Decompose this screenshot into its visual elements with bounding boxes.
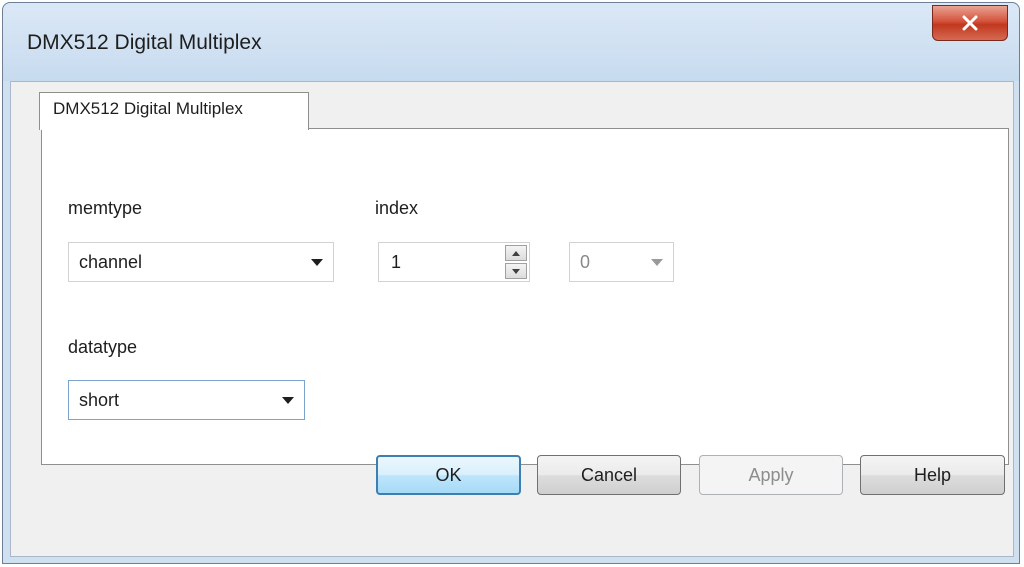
arrow-up-icon <box>512 250 520 256</box>
chevron-down-icon <box>651 259 663 266</box>
datatype-label: datatype <box>68 337 138 357</box>
help-button[interactable]: Help <box>860 455 1005 495</box>
cancel-button[interactable]: Cancel <box>537 455 681 495</box>
index-spin-buttons <box>505 245 527 279</box>
close-button[interactable] <box>932 5 1008 41</box>
memtype-value: channel <box>79 252 143 272</box>
index-value: 1 <box>391 252 402 272</box>
spin-up-button[interactable] <box>505 245 527 261</box>
arrow-down-icon <box>512 268 520 274</box>
datatype-select[interactable]: short <box>68 380 305 420</box>
memtype-label: memtype <box>68 198 143 218</box>
ok-button[interactable]: OK <box>376 455 521 495</box>
chevron-down-icon <box>282 397 294 404</box>
spin-down-button[interactable] <box>505 263 527 279</box>
datatype-value: short <box>79 390 120 410</box>
tab-dmx512-digital-multiplex[interactable]: DMX512 Digital Multiplex <box>39 92 309 130</box>
subindex-select[interactable]: 0 <box>569 242 674 282</box>
apply-button[interactable]: Apply <box>699 455 843 495</box>
index-label: index <box>375 198 419 218</box>
tab-panel: memtype index channel 1 0 datatype short <box>41 128 1009 465</box>
index-spinbox[interactable]: 1 <box>378 242 530 282</box>
subindex-value: 0 <box>580 252 591 272</box>
dialog-window: DMX512 Digital Multiplex DMX512 Digital … <box>2 2 1020 564</box>
title-bar[interactable]: DMX512 Digital Multiplex <box>3 3 1019 81</box>
close-icon <box>962 15 978 31</box>
memtype-select[interactable]: channel <box>68 242 334 282</box>
window-title: DMX512 Digital Multiplex <box>27 31 262 54</box>
chevron-down-icon <box>311 259 323 266</box>
